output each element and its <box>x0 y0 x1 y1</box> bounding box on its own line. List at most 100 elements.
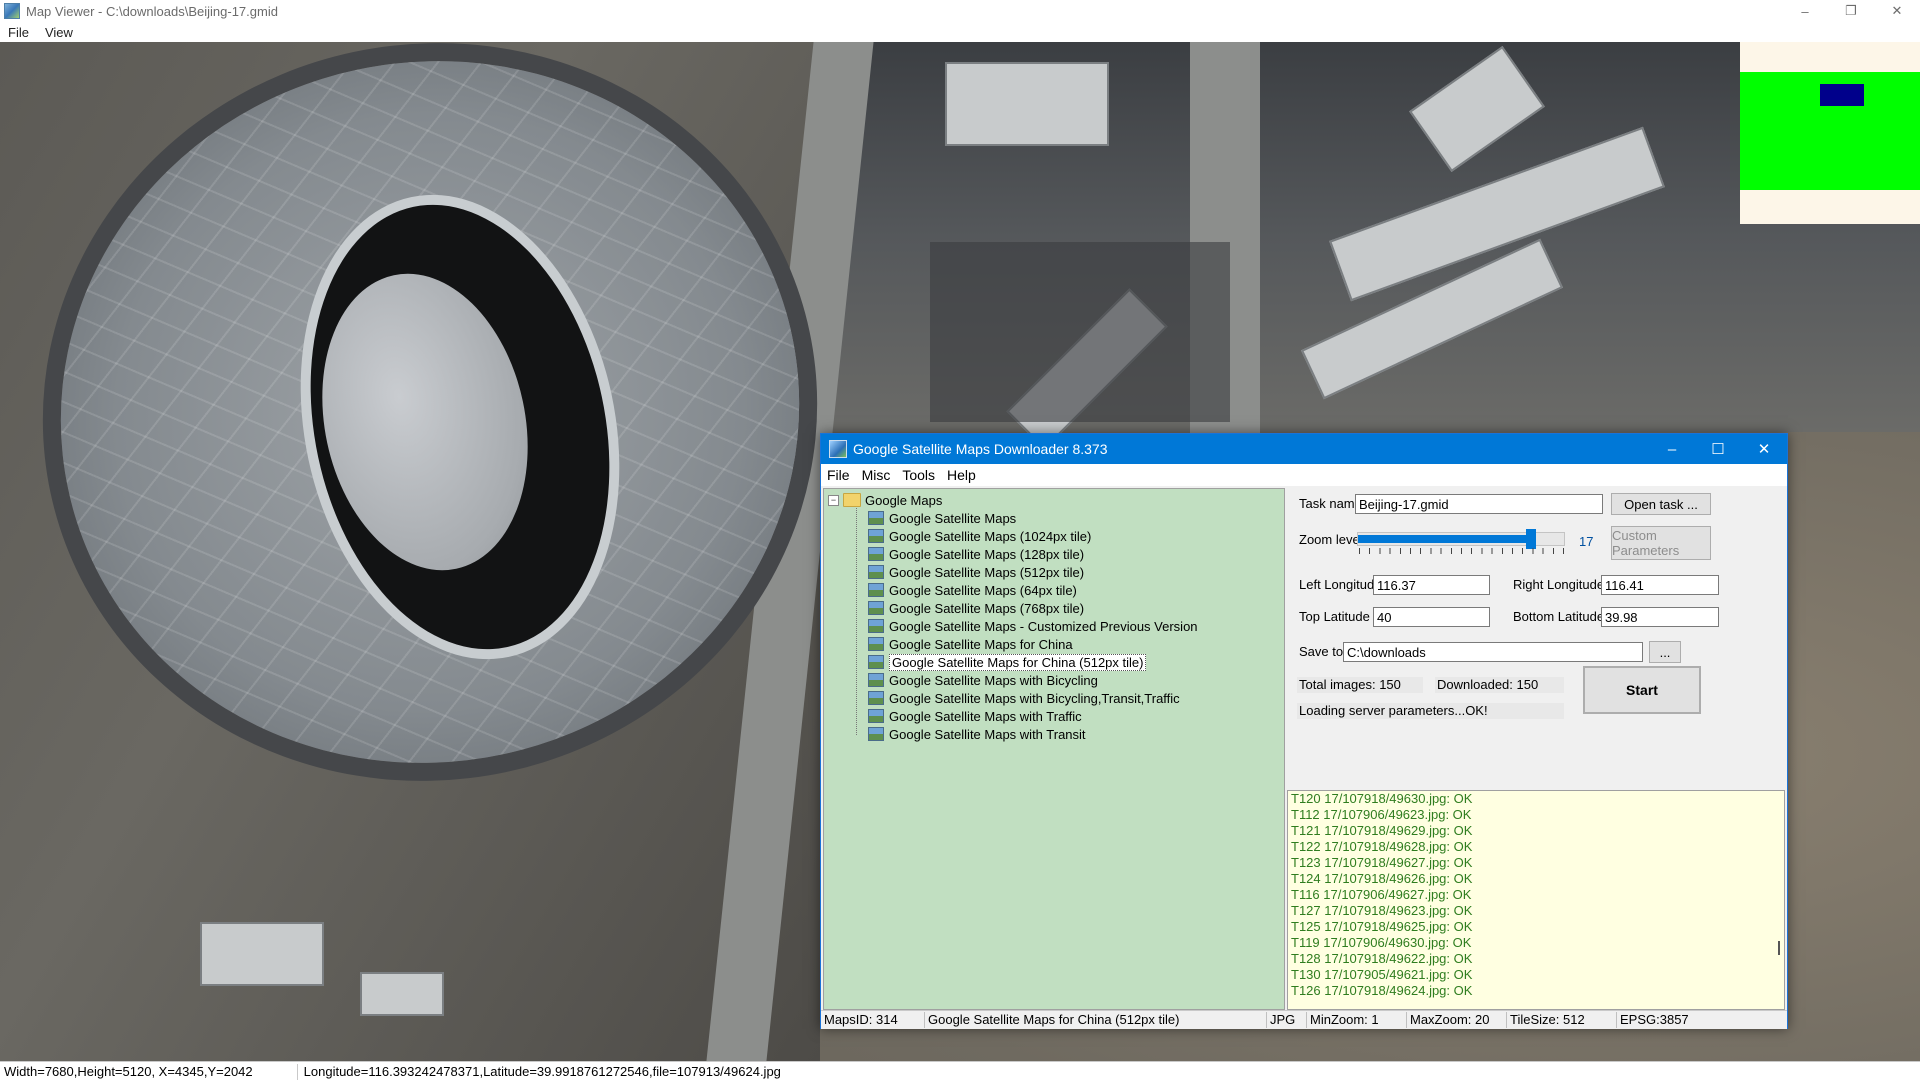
building <box>945 62 1109 146</box>
left-longitude-label: Left Longitude <box>1299 577 1382 592</box>
open-task-button[interactable]: Open task ... <box>1611 493 1711 515</box>
log-line: T124 17/107918/49626.jpg: OK <box>1291 871 1473 886</box>
custom-parameters-button[interactable]: Custom Parameters <box>1611 526 1711 560</box>
left-longitude-field[interactable]: 116.37 <box>1373 575 1490 595</box>
zoom-slider-thumb[interactable] <box>1526 529 1536 549</box>
viewer-menubar: File View <box>0 22 1920 42</box>
dialog-menu-help[interactable]: Help <box>941 467 982 483</box>
dialog-minimize-button[interactable]: – <box>1649 434 1695 464</box>
map-layer-icon <box>868 727 884 741</box>
top-latitude-field[interactable]: 40 <box>1373 607 1490 627</box>
server-status: Loading server parameters...OK! <box>1297 703 1564 719</box>
dialog-window-controls: – ☐ ✕ <box>1649 434 1787 464</box>
task-name-label: Task name <box>1299 496 1362 511</box>
log-line: T125 17/107918/49625.jpg: OK <box>1291 919 1473 934</box>
total-images: Total images: 150 <box>1297 677 1423 693</box>
tree-root-label: Google Maps <box>865 492 943 508</box>
map-layer-icon <box>868 691 884 705</box>
tree-item-label: Google Satellite Maps (128px tile) <box>889 546 1085 562</box>
status-max-zoom: MaxZoom: 20 <box>1407 1012 1507 1028</box>
menu-file[interactable]: File <box>0 25 37 40</box>
tree-item-label: Google Satellite Maps (512px tile) <box>889 564 1085 580</box>
tree-root-google-maps[interactable]: − Google Maps <box>828 491 942 509</box>
map-layer-icon <box>868 583 884 597</box>
dialog-menu-tools[interactable]: Tools <box>896 467 941 483</box>
tree-item-label: Google Satellite Maps with Bicycling,Tra… <box>889 690 1180 706</box>
tree-connector-line <box>856 505 857 735</box>
menu-view[interactable]: View <box>37 25 81 40</box>
zoom-level-slider[interactable] <box>1357 529 1565 549</box>
status-format: JPG <box>1267 1012 1307 1028</box>
dialog-title: Google Satellite Maps Downloader 8.373 <box>853 441 1108 457</box>
dialog-close-button[interactable]: ✕ <box>1741 434 1787 464</box>
overview-minimap[interactable] <box>1740 42 1920 224</box>
tree-item-label: Google Satellite Maps (768px tile) <box>889 600 1085 616</box>
tree-item[interactable]: Google Satellite Maps for China <box>868 635 1073 653</box>
zoom-level-label: Zoom level <box>1299 532 1363 547</box>
zoom-slider-ticks <box>1359 548 1565 554</box>
save-to-field[interactable]: C:\downloads <box>1343 642 1643 662</box>
log-line: T127 17/107918/49623.jpg: OK <box>1291 903 1473 918</box>
restore-button[interactable]: ❐ <box>1828 0 1874 22</box>
tree-item-label: Google Satellite Maps (64px tile) <box>889 582 1077 598</box>
save-to-label: Save to <box>1299 644 1344 659</box>
map-layer-icon <box>868 547 884 561</box>
log-line: T116 17/107906/49627.jpg: OK <box>1291 887 1472 902</box>
downloaded-count: Downloaded: 150 <box>1435 677 1564 693</box>
tree-item[interactable]: Google Satellite Maps (1024px tile) <box>868 527 1091 545</box>
tree-item[interactable]: Google Satellite Maps with Traffic <box>868 707 1082 725</box>
browse-folder-button[interactable]: ... <box>1649 641 1681 663</box>
tree-item-label: Google Satellite Maps for China <box>889 636 1073 652</box>
tree-item[interactable]: Google Satellite Maps (128px tile) <box>868 545 1084 563</box>
collapse-icon[interactable]: − <box>828 494 839 506</box>
minimap-viewport[interactable] <box>1820 84 1864 106</box>
map-layer-icon <box>868 601 884 615</box>
dialog-titlebar[interactable]: Google Satellite Maps Downloader 8.373 –… <box>821 434 1787 464</box>
folder-icon <box>843 493 861 507</box>
status-separator <box>296 1063 298 1080</box>
top-latitude-label: Top Latitude <box>1299 609 1370 624</box>
status-min-zoom: MinZoom: 1 <box>1307 1012 1407 1028</box>
viewer-titlebar: Map Viewer - C:\downloads\Beijing-17.gmi… <box>0 0 1920 22</box>
dialog-menu-misc[interactable]: Misc <box>856 467 897 483</box>
log-line: T121 17/107918/49629.jpg: OK <box>1291 823 1473 838</box>
log-line: T128 17/107918/49622.jpg: OK <box>1291 951 1473 966</box>
log-scrollbar-thumb[interactable] <box>1778 941 1780 955</box>
building <box>200 922 324 986</box>
log-line: T126 17/107918/49624.jpg: OK <box>1291 983 1473 998</box>
tree-item[interactable]: Google Satellite Maps with Bicycling <box>868 671 1098 689</box>
dialog-maximize-button[interactable]: ☐ <box>1695 434 1741 464</box>
tree-item[interactable]: Google Satellite Maps with Bicycling,Tra… <box>868 689 1180 707</box>
dialog-menu-file[interactable]: File <box>821 467 856 483</box>
bottom-latitude-field[interactable]: 39.98 <box>1601 607 1719 627</box>
minimize-button[interactable]: – <box>1782 0 1828 22</box>
viewer-statusbar: Width=7680,Height=5120, X=4345,Y=2042 Lo… <box>0 1061 1920 1081</box>
log-line: T119 17/107906/49630.jpg: OK <box>1291 935 1472 950</box>
map-viewer-app-icon <box>4 3 20 19</box>
right-longitude-field[interactable]: 116.41 <box>1601 575 1719 595</box>
tree-item[interactable]: Google Satellite Maps with Transit <box>868 725 1086 743</box>
map-source-tree[interactable]: − Google Maps Google Satellite Maps Googl… <box>823 488 1285 1010</box>
zoom-level-value: 17 <box>1579 534 1594 549</box>
map-layer-icon <box>868 529 884 543</box>
tree-item-label: Google Satellite Maps - Customized Previ… <box>889 618 1198 634</box>
downloader-dialog: Google Satellite Maps Downloader 8.373 –… <box>820 433 1788 1029</box>
tree-item[interactable]: Google Satellite Maps - Customized Previ… <box>868 617 1198 635</box>
tree-item[interactable]: Google Satellite Maps <box>868 509 1016 527</box>
bottom-latitude-label: Bottom Latitude <box>1513 609 1605 624</box>
download-log[interactable]: T120 17/107918/49630.jpg: OK T112 17/1079… <box>1287 790 1785 1010</box>
tree-item[interactable]: Google Satellite Maps (64px tile) <box>868 581 1077 599</box>
tree-item[interactable]: Google Satellite Maps (512px tile) <box>868 563 1084 581</box>
log-line: T122 17/107918/49628.jpg: OK <box>1291 839 1473 854</box>
tree-item[interactable]: Google Satellite Maps (768px tile) <box>868 599 1084 617</box>
tree-item[interactable]: Google Satellite Maps for China (512px t… <box>868 653 1147 671</box>
log-line: T130 17/107905/49621.jpg: OK <box>1291 967 1473 982</box>
tree-item-label: Google Satellite Maps for China (512px t… <box>889 653 1147 671</box>
map-layer-icon <box>868 619 884 633</box>
close-button[interactable]: ✕ <box>1874 0 1920 22</box>
task-name-field[interactable]: Beijing-17.gmid <box>1355 494 1603 514</box>
zoom-slider-fill <box>1358 535 1526 543</box>
map-layer-icon <box>868 709 884 723</box>
map-layer-icon <box>868 637 884 651</box>
start-button[interactable]: Start <box>1583 666 1701 714</box>
